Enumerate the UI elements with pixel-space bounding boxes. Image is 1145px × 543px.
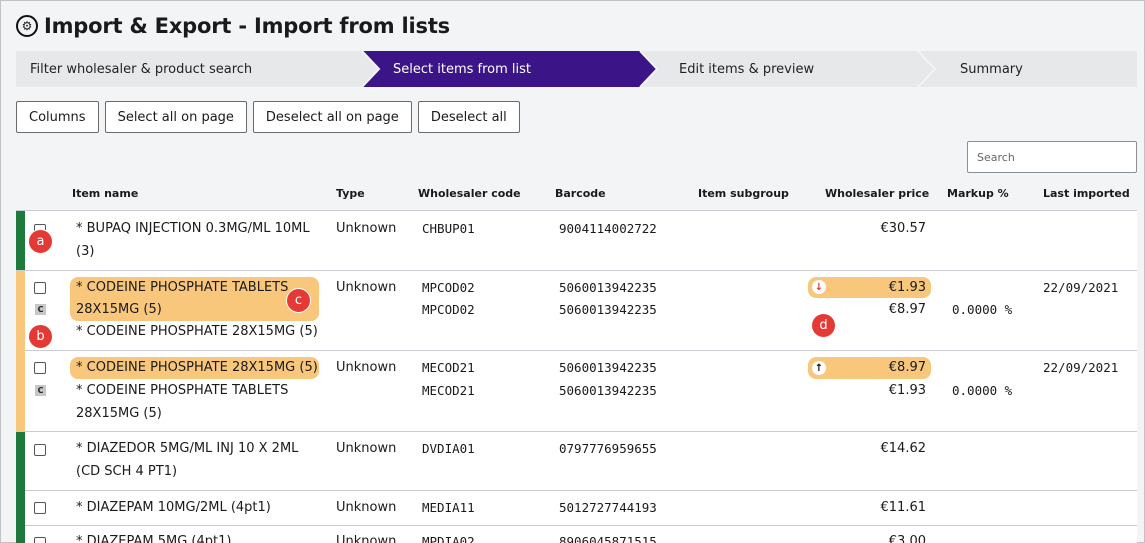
- wholesaler-price-alt: €8.97: [888, 302, 926, 317]
- arrow-down-icon: ↓: [812, 280, 826, 294]
- col-header-markup[interactable]: Markup %: [947, 187, 1009, 200]
- deselect-all-on-page-button[interactable]: Deselect all on page: [252, 101, 412, 133]
- search-input[interactable]: [967, 141, 1137, 173]
- annotation-marker-d: d: [811, 313, 836, 338]
- wholesaler-price-alt: €1.93: [888, 383, 926, 398]
- row-checkbox[interactable]: [34, 502, 46, 514]
- page-title: Import & Export - Import from lists: [44, 14, 450, 38]
- barcode: 9004114002722: [559, 221, 657, 236]
- item-name: * BUPAQ INJECTION 0.3MG/ML 10ML: [76, 221, 310, 236]
- annotation-marker-c: c: [286, 288, 311, 313]
- wholesaler-price: €8.97: [888, 360, 926, 375]
- item-name: * CODEINE PHOSPHATE TABLETS: [76, 280, 289, 295]
- col-header-barcode[interactable]: Barcode: [555, 187, 606, 200]
- divider: [16, 270, 1137, 271]
- step-filter[interactable]: Filter wholesaler & product search: [30, 51, 252, 87]
- item-name-alt: * CODEINE PHOSPHATE 28X15MG (5): [76, 324, 318, 339]
- step-summary[interactable]: Summary: [960, 51, 1023, 87]
- barcode-alt: 5060013942235: [559, 302, 657, 317]
- markup: 0.0000 %: [952, 302, 1013, 317]
- wholesaler-price: €1.93: [888, 280, 926, 295]
- row-checkbox[interactable]: [34, 537, 46, 543]
- type: Unknown: [336, 534, 397, 543]
- col-header-item-name[interactable]: Item name: [72, 187, 138, 200]
- last-imported: 22/09/2021: [1043, 360, 1119, 375]
- type: Unknown: [336, 221, 397, 236]
- conflict-badge: C: [35, 385, 46, 396]
- divider: [16, 525, 1137, 526]
- stepper: Filter wholesaler & product search Selec…: [16, 51, 1137, 87]
- col-header-wholesaler-code[interactable]: Wholesaler code: [418, 187, 521, 200]
- wholesaler-price: €3.00: [888, 534, 926, 543]
- wholesaler-code: MPDIA02: [422, 534, 475, 543]
- type: Unknown: [336, 500, 397, 515]
- item-name: * DIAZEDOR 5MG/ML INJ 10 X 2ML: [76, 441, 299, 456]
- barcode: 8906045871515: [559, 534, 657, 543]
- wholesaler-code: CHBUP01: [422, 221, 475, 236]
- barcode: 0797776959655: [559, 441, 657, 456]
- row-checkbox[interactable]: [34, 282, 46, 294]
- annotation-marker-a: a: [28, 229, 53, 254]
- arrow-up-icon: ↑: [812, 361, 826, 375]
- page-header: ⚙ Import & Export - Import from lists: [16, 14, 450, 38]
- select-all-on-page-button[interactable]: Select all on page: [104, 101, 247, 133]
- markup: 0.0000 %: [952, 383, 1013, 398]
- wholesaler-code: DVDIA01: [422, 441, 475, 456]
- wholesaler-code-alt: MPCOD02: [422, 302, 475, 317]
- step-edit-preview[interactable]: Edit items & preview: [679, 51, 814, 87]
- status-bar-orange: [16, 271, 25, 431]
- wholesaler-price: €14.62: [880, 441, 927, 456]
- divider: [16, 210, 1137, 211]
- row-checkbox[interactable]: [34, 444, 46, 456]
- barcode: 5012727744193: [559, 500, 657, 515]
- col-header-last-imported[interactable]: Last imported: [1043, 187, 1130, 200]
- col-header-type[interactable]: Type: [336, 187, 365, 200]
- type: Unknown: [336, 441, 397, 456]
- annotation-marker-b: b: [28, 324, 53, 349]
- divider: [16, 490, 1137, 491]
- item-name: * DIAZEPAM 10MG/2ML (4pt1): [76, 500, 271, 515]
- wholesaler-code: MPCOD02: [422, 280, 475, 295]
- item-name-line2: (3): [76, 244, 95, 259]
- status-bar-green: [16, 211, 25, 270]
- columns-button[interactable]: Columns: [16, 101, 99, 133]
- item-name: * CODEINE PHOSPHATE 28X15MG (5): [76, 360, 318, 375]
- divider: [16, 431, 1137, 432]
- wholesaler-code: MEDIA11: [422, 500, 475, 515]
- item-name-alt-line2: 28X15MG (5): [76, 406, 162, 421]
- col-header-wholesaler-price[interactable]: Wholesaler price: [825, 187, 929, 200]
- conflict-badge: C: [35, 304, 46, 315]
- wholesaler-code-alt: MECOD21: [422, 383, 475, 398]
- wholesaler-price: €30.57: [880, 221, 927, 236]
- row-checkbox[interactable]: [34, 362, 46, 374]
- item-name-alt: * CODEINE PHOSPHATE TABLETS: [76, 383, 289, 398]
- col-header-item-subgroup[interactable]: Item subgroup: [698, 187, 789, 200]
- wholesaler-code: MECOD21: [422, 360, 475, 375]
- type: Unknown: [336, 280, 397, 295]
- barcode: 5060013942235: [559, 280, 657, 295]
- type: Unknown: [336, 360, 397, 375]
- wholesaler-price: €11.61: [880, 500, 927, 515]
- item-name-line2: 28X15MG (5): [76, 302, 162, 317]
- deselect-all-button[interactable]: Deselect all: [417, 101, 520, 133]
- import-export-icon: ⚙: [16, 15, 38, 37]
- barcode: 5060013942235: [559, 360, 657, 375]
- divider: [16, 350, 1137, 351]
- item-name: * DIAZEPAM 5MG (4pt1): [76, 534, 232, 543]
- barcode-alt: 5060013942235: [559, 383, 657, 398]
- toolbar: Columns Select all on page Deselect all …: [16, 101, 520, 133]
- item-name-line2: (CD SCH 4 PT1): [76, 464, 178, 479]
- last-imported: 22/09/2021: [1043, 280, 1119, 295]
- step-select-items[interactable]: Select items from list: [393, 51, 531, 87]
- status-bar-green: [16, 432, 25, 543]
